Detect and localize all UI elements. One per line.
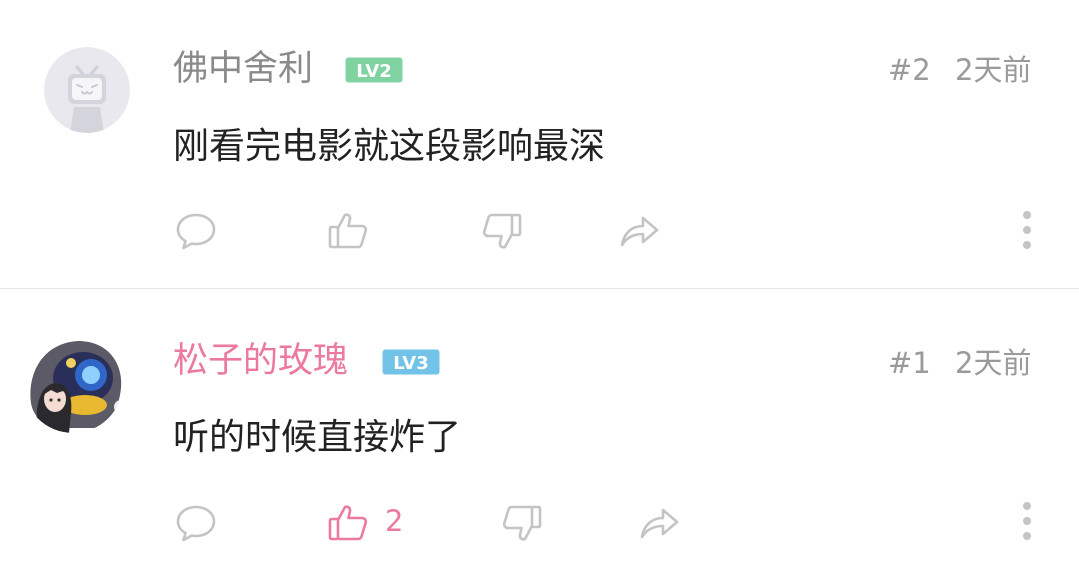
level-label: LV2 <box>356 61 391 82</box>
comment-item: 松子的玫瑰 LV3 #1 2天前 听的时候直接炸了 2 <box>0 289 1079 570</box>
username[interactable]: 松子的玫瑰 <box>173 341 348 381</box>
floor-number: #1 <box>888 346 931 380</box>
share-arrow-icon <box>640 508 679 539</box>
reply-button[interactable] <box>174 209 218 253</box>
reply-button[interactable] <box>174 501 218 545</box>
dislike-button[interactable] <box>480 209 524 253</box>
more-options-button[interactable] <box>1017 209 1037 251</box>
comment-text: 刚看完电影就这段影响最深 <box>173 126 606 167</box>
floor-number: #2 <box>888 53 931 87</box>
tv-mascot-icon <box>44 47 130 133</box>
avatar[interactable] <box>44 47 130 133</box>
thumbs-up-icon <box>328 213 368 249</box>
level-label: LV3 <box>393 353 428 374</box>
dislike-button[interactable] <box>500 501 544 545</box>
vertical-dots-icon <box>1023 211 1031 249</box>
comment-text: 听的时候直接炸了 <box>173 417 462 458</box>
thumbs-down-icon <box>502 505 542 541</box>
like-count: 2 <box>385 504 404 538</box>
speech-bubble-icon <box>176 213 216 250</box>
timestamp: 2天前 <box>955 346 1032 380</box>
thumbs-down-icon <box>482 213 522 249</box>
level-badge: LV3 <box>382 349 440 375</box>
timestamp: 2天前 <box>955 53 1032 87</box>
avatar[interactable] <box>23 333 123 433</box>
anime-avatar-image <box>23 333 123 433</box>
share-arrow-icon <box>620 216 659 247</box>
thumbs-up-icon <box>328 505 368 541</box>
level-badge: LV2 <box>345 57 403 83</box>
more-options-button[interactable] <box>1017 500 1037 542</box>
speech-bubble-icon <box>176 505 216 542</box>
vertical-dots-icon <box>1023 502 1031 540</box>
comment-item: 佛中舍利 LV2 #2 2天前 刚看完电影就这段影响最深 <box>0 0 1079 288</box>
like-button[interactable] <box>326 501 370 545</box>
username[interactable]: 佛中舍利 <box>173 49 313 89</box>
share-button[interactable] <box>637 501 681 545</box>
like-button[interactable] <box>326 209 370 253</box>
share-button[interactable] <box>617 209 661 253</box>
